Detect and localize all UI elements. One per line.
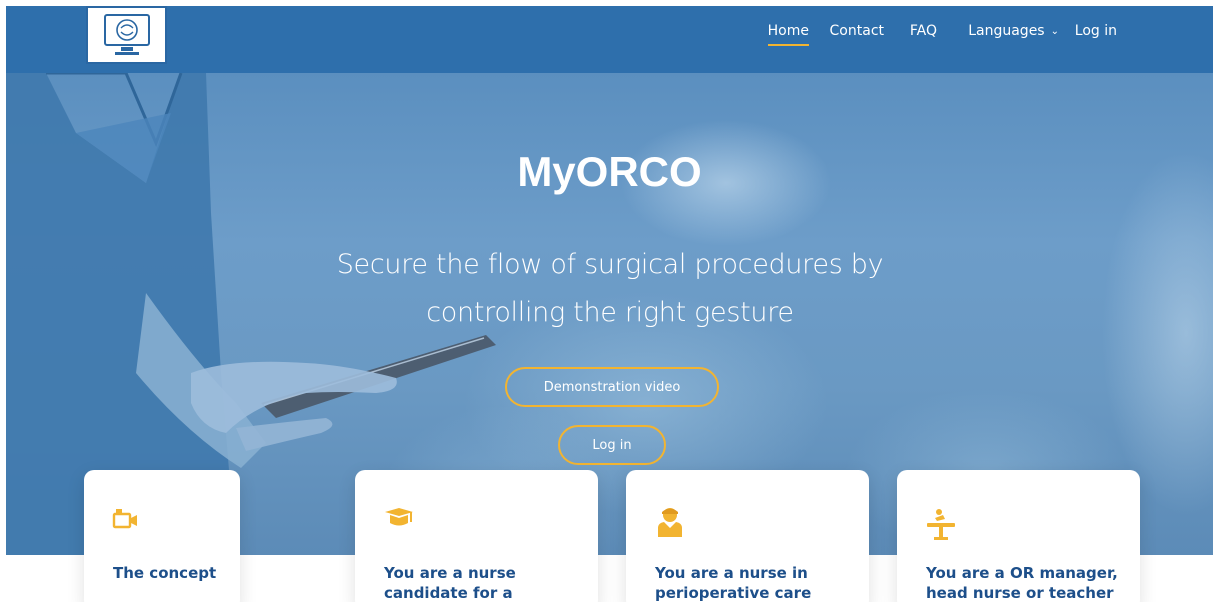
chevron-down-icon: ⌄ [1050,26,1059,37]
nurse-icon [658,508,682,537]
card-title: You are a nurse candidate for a [384,564,516,602]
nav-languages-dropdown[interactable]: Languages ⌄ [968,23,1059,39]
card-concept[interactable]: The concept [84,470,240,602]
hero-login-button[interactable]: Log in [558,425,666,465]
hero-title: MyORCO [517,148,702,195]
graduation-cap-icon [385,508,413,526]
nav-home-link[interactable]: Home [767,23,810,46]
myorco-logo[interactable] [86,6,167,64]
card-nurse-perioperative[interactable]: You are a nurse in perioperative care [626,470,869,602]
card-title: The concept [113,564,217,582]
nav-contact-link[interactable]: Contact [830,23,884,39]
monitor-logo-icon [103,14,150,55]
nav-login-link[interactable]: Log in [1075,23,1117,39]
card-nurse-candidate[interactable]: You are a nurse candidate for a [355,470,598,602]
card-title: You are a OR manager, head nurse or teac… [926,564,1118,602]
demonstration-video-button[interactable]: Demonstration video [505,367,719,407]
card-title: You are a nurse in perioperative care [655,564,812,602]
hero-subtitle: Secure the flow of surgical procedures b… [336,249,884,328]
top-navbar: Home Contact FAQ Languages ⌄ Log in [6,6,1213,73]
operating-table-icon [927,509,955,540]
card-or-manager[interactable]: You are a OR manager, head nurse or teac… [897,470,1140,602]
nav-languages-label: Languages [968,23,1045,39]
video-camera-icon [112,509,137,529]
nav-faq-link[interactable]: FAQ [910,23,937,39]
